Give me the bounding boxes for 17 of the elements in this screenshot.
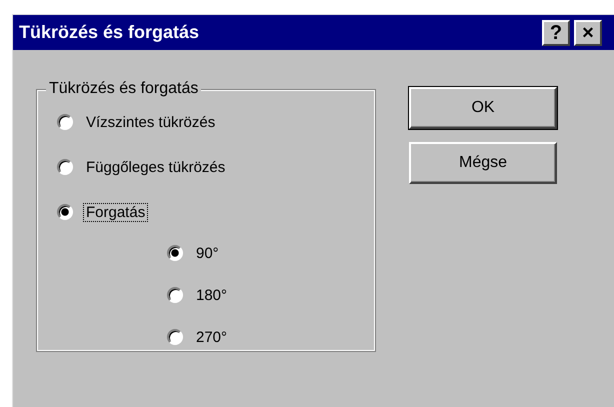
group-label: Tükrözés és forgatás [46, 80, 202, 98]
ok-button[interactable]: OK [409, 87, 557, 129]
help-button[interactable]: ? [542, 20, 570, 46]
radio-button[interactable]: 180° [167, 283, 230, 307]
radio-indicator[interactable] [57, 159, 73, 175]
radio-indicator[interactable] [167, 287, 183, 303]
close-button[interactable]: × [574, 20, 602, 46]
radio-indicator[interactable] [167, 245, 183, 261]
window-title: Tükrözés és forgatás [19, 22, 200, 43]
radio-button[interactable]: Függőleges tükrözés [57, 155, 228, 179]
radio-indicator[interactable] [167, 329, 183, 345]
radio-button[interactable]: 90° [167, 241, 222, 265]
cancel-button[interactable]: Mégse [409, 142, 557, 184]
radio-button[interactable]: Vízszintes tükrözés [57, 110, 218, 134]
radio-indicator[interactable] [57, 114, 73, 130]
radio-indicator[interactable] [57, 204, 73, 220]
radio-button[interactable]: 270° [167, 325, 230, 349]
